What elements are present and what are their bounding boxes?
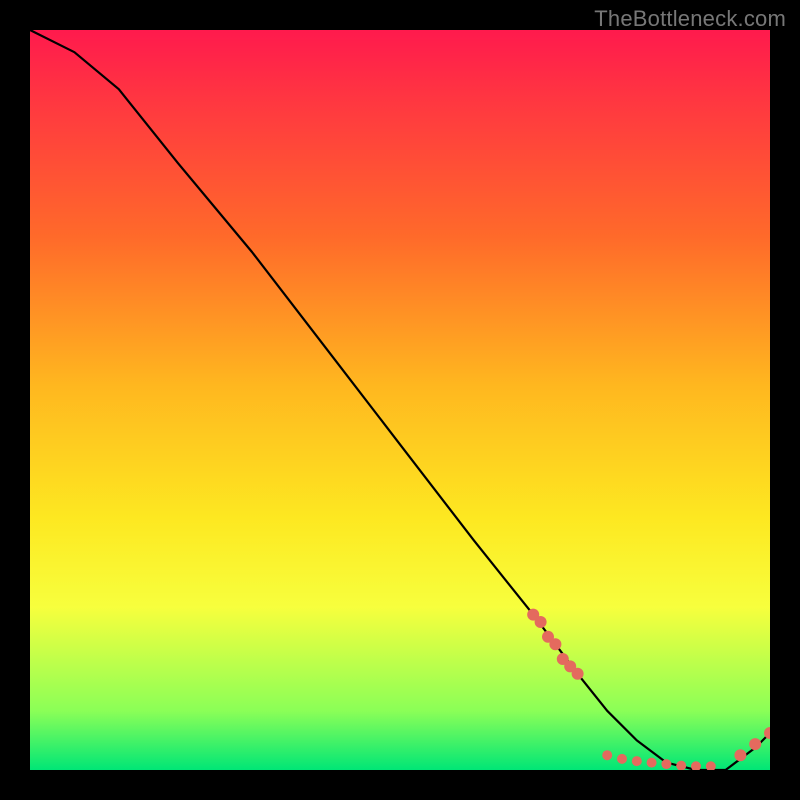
chart-svg: [30, 30, 770, 770]
plot-area: [30, 30, 770, 770]
data-point: [549, 638, 561, 650]
data-point: [647, 758, 657, 768]
data-point: [632, 756, 642, 766]
chart-frame: TheBottleneck.com: [0, 0, 800, 800]
data-point: [734, 749, 746, 761]
data-point: [706, 761, 716, 770]
data-point: [572, 668, 584, 680]
data-point: [617, 754, 627, 764]
marker-cluster-right: [734, 727, 770, 761]
marker-cluster-left: [527, 609, 583, 680]
line-series-curve: [30, 30, 770, 770]
watermark-text: TheBottleneck.com: [594, 6, 786, 32]
marker-cluster-bottom: [602, 750, 716, 770]
data-point: [691, 761, 701, 770]
data-point: [602, 750, 612, 760]
data-point: [535, 616, 547, 628]
data-point: [676, 761, 686, 770]
data-point: [661, 759, 671, 769]
data-point: [749, 738, 761, 750]
